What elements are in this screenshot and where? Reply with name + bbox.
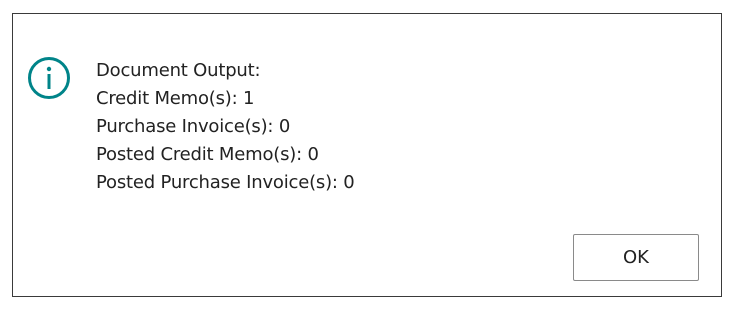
message-credit-memos: Credit Memo(s): 1: [96, 88, 255, 109]
message-purchase-invoices: Purchase Invoice(s): 0: [96, 116, 291, 137]
ok-button[interactable]: OK: [573, 234, 699, 281]
message-posted-credit-memos: Posted Credit Memo(s): 0: [96, 144, 319, 165]
info-icon: [27, 56, 71, 100]
dialog-message: Document Output: Credit Memo(s): 1 Purch…: [96, 57, 355, 197]
message-dialog: Document Output: Credit Memo(s): 1 Purch…: [12, 13, 722, 297]
message-title: Document Output:: [96, 60, 261, 81]
message-posted-purchase-invoices: Posted Purchase Invoice(s): 0: [96, 172, 355, 193]
